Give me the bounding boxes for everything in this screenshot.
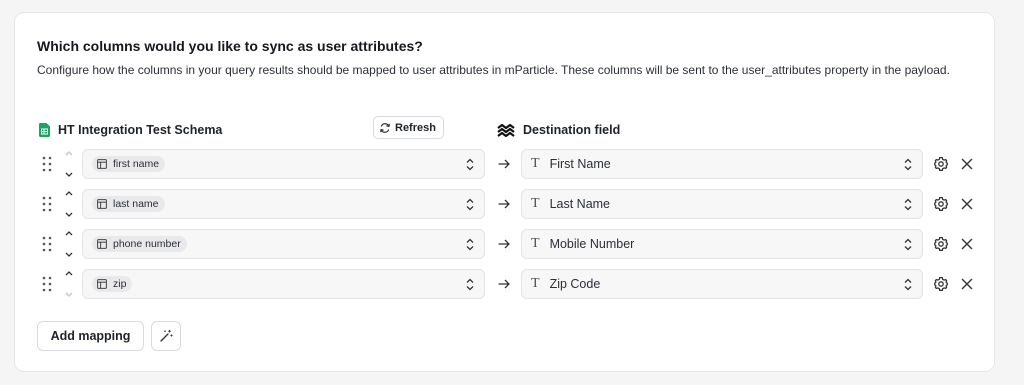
- gear-icon[interactable]: [933, 196, 949, 212]
- column-chip: first name: [92, 156, 166, 172]
- chevron-up-down-icon: [904, 158, 912, 171]
- move-down-icon[interactable]: [64, 251, 74, 258]
- destination-field-value: Mobile Number: [549, 237, 635, 251]
- section-title: Which columns would you like to sync as …: [37, 38, 423, 54]
- text-type-icon: T: [531, 156, 540, 171]
- arrow-right-icon: [498, 199, 510, 209]
- drag-handle-icon[interactable]: [42, 196, 52, 212]
- mapping-row: zip T Zip Code: [15, 269, 996, 299]
- destination-field-value: First Name: [549, 157, 611, 171]
- move-up-icon[interactable]: [64, 230, 74, 237]
- reorder-controls: [63, 270, 75, 298]
- refresh-button[interactable]: Refresh: [373, 116, 444, 139]
- arrow-right-icon: [498, 279, 510, 289]
- source-column-name: last name: [113, 198, 159, 210]
- sync-attributes-card: Which columns would you like to sync as …: [14, 12, 995, 372]
- auto-map-button[interactable]: [151, 321, 181, 351]
- chevron-up-down-icon: [466, 158, 474, 171]
- destination-field-label: Destination field: [523, 123, 621, 137]
- destination-field-value: Zip Code: [549, 277, 601, 291]
- refresh-icon: [380, 122, 390, 133]
- destination-field-select[interactable]: T Last Name: [521, 189, 923, 219]
- table-column-icon: [97, 279, 107, 289]
- source-column-select[interactable]: phone number: [82, 229, 485, 259]
- refresh-label: Refresh: [395, 121, 436, 134]
- close-icon[interactable]: [960, 197, 974, 211]
- destination-field-value: Last Name: [549, 197, 611, 211]
- text-type-icon: T: [531, 236, 540, 251]
- close-icon[interactable]: [960, 277, 974, 291]
- text-type-icon: T: [531, 276, 540, 291]
- chevron-up-down-icon: [904, 238, 912, 251]
- destination-field-select[interactable]: T Mobile Number: [521, 229, 923, 259]
- chevron-up-down-icon: [904, 198, 912, 211]
- column-chip: zip: [92, 276, 133, 292]
- google-sheets-icon: [39, 123, 50, 137]
- source-column-name: first name: [113, 158, 160, 170]
- arrow-right-icon: [498, 239, 510, 249]
- mapping-row: last name T Last Name: [15, 189, 996, 219]
- table-column-icon: [97, 199, 107, 209]
- gear-icon[interactable]: [933, 236, 949, 252]
- reorder-controls: [63, 150, 75, 178]
- source-column-select[interactable]: first name: [82, 149, 485, 179]
- destination-field-select[interactable]: T First Name: [521, 149, 923, 179]
- add-mapping-button[interactable]: Add mapping: [37, 321, 144, 351]
- move-up-icon[interactable]: [64, 270, 74, 277]
- column-chip: last name: [92, 196, 165, 212]
- reorder-controls: [63, 230, 75, 258]
- text-type-icon: T: [531, 196, 540, 211]
- source-column-select[interactable]: last name: [82, 189, 485, 219]
- source-schema-label: HT Integration Test Schema: [58, 123, 223, 137]
- gear-icon[interactable]: [933, 276, 949, 292]
- column-chip: phone number: [92, 236, 187, 252]
- source-column-name: phone number: [113, 238, 181, 250]
- mapping-row: phone number T Mobile Number: [15, 229, 996, 259]
- drag-handle-icon[interactable]: [42, 236, 52, 252]
- source-column-name: zip: [113, 278, 127, 290]
- move-down-icon[interactable]: [64, 171, 74, 178]
- chevron-up-down-icon: [904, 278, 912, 291]
- drag-handle-icon[interactable]: [42, 156, 52, 172]
- magic-wand-icon: [160, 330, 173, 342]
- close-icon[interactable]: [960, 237, 974, 251]
- source-column-select[interactable]: zip: [82, 269, 485, 299]
- chevron-up-down-icon: [466, 238, 474, 251]
- destination-header: Destination field: [497, 118, 620, 142]
- chevron-up-down-icon: [466, 278, 474, 291]
- chevron-up-down-icon: [466, 198, 474, 211]
- move-up-icon[interactable]: [64, 150, 74, 157]
- destination-field-select[interactable]: T Zip Code: [521, 269, 923, 299]
- move-down-icon[interactable]: [64, 211, 74, 218]
- mapping-row: first name T First Name: [15, 149, 996, 179]
- close-icon[interactable]: [960, 157, 974, 171]
- move-up-icon[interactable]: [64, 190, 74, 197]
- mparticle-logo-icon: [497, 123, 515, 137]
- arrow-right-icon: [498, 159, 510, 169]
- move-down-icon[interactable]: [64, 291, 74, 298]
- table-column-icon: [97, 159, 107, 169]
- table-column-icon: [97, 239, 107, 249]
- gear-icon[interactable]: [933, 156, 949, 172]
- drag-handle-icon[interactable]: [42, 276, 52, 292]
- source-header: HT Integration Test Schema: [39, 118, 222, 142]
- reorder-controls: [63, 190, 75, 218]
- section-description: Configure how the columns in your query …: [37, 63, 950, 77]
